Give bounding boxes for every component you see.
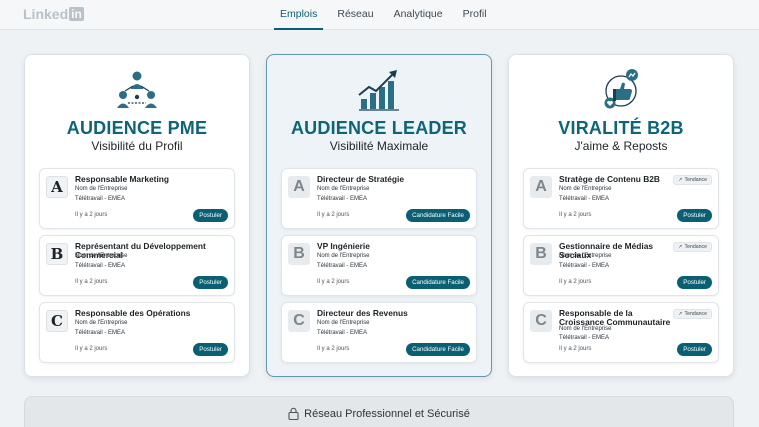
- column-title: AUDIENCE LEADER: [290, 118, 467, 138]
- apply-button[interactable]: Postuler: [677, 343, 712, 356]
- column-title: AUDIENCE PME: [66, 118, 208, 138]
- company-logo-icon: A: [530, 176, 552, 198]
- job-company: Nom de l'Entreprise: [559, 186, 612, 192]
- main-nav: Emplois Réseau Analytique Profil: [270, 0, 497, 30]
- column-audience-pme: AUDIENCE PME Visibilité du Profil A Resp…: [24, 54, 250, 377]
- tab-reseau[interactable]: Réseau: [327, 0, 383, 30]
- job-card[interactable]: C Responsable des Opérations Nom de l'En…: [39, 302, 235, 363]
- easy-apply-button[interactable]: Candidature Facile: [406, 209, 470, 222]
- trending-icon: ↗: [678, 243, 683, 250]
- job-card[interactable]: B Représentant du Développement Commerci…: [39, 235, 235, 296]
- job-title[interactable]: Stratège de Contenu B2B: [559, 175, 677, 184]
- job-company: Nom de l'Entreprise: [75, 186, 128, 192]
- trending-badge: ↗ Tendance: [673, 175, 712, 185]
- security-banner: Réseau Professionnel et Sécurisé: [24, 396, 734, 427]
- job-title[interactable]: Responsable de la Croissance Communautai…: [559, 309, 677, 327]
- job-title[interactable]: VP Ingénierie: [317, 242, 475, 251]
- job-posted-time: Il y a 2 jours: [317, 212, 350, 218]
- hero-icon-wrap: [509, 67, 733, 113]
- company-logo-icon: A: [46, 176, 68, 198]
- job-posted-time: Il y a 2 jours: [559, 346, 592, 352]
- apply-button[interactable]: Postuler: [193, 343, 228, 356]
- job-company: Nom de l'Entreprise: [317, 186, 370, 192]
- job-location: Télétravail - EMEA: [317, 263, 368, 269]
- social-reactions-icon: [604, 69, 638, 109]
- column-subtitle: Visibilité Maximale: [329, 139, 429, 153]
- job-company: Nom de l'Entreprise: [75, 320, 128, 326]
- tab-profil[interactable]: Profil: [453, 0, 497, 30]
- hero-icon-wrap: [267, 67, 491, 113]
- lock-icon: [288, 407, 299, 420]
- security-banner-text: Réseau Professionnel et Sécurisé: [304, 407, 470, 420]
- company-logo-icon: B: [530, 243, 552, 265]
- job-location: Télétravail - EMEA: [559, 335, 610, 341]
- apply-button[interactable]: Postuler: [677, 209, 712, 222]
- logo-text: Linked: [23, 6, 69, 22]
- job-location: Télétravail - EMEA: [75, 263, 126, 269]
- job-posted-time: Il y a 2 jours: [75, 346, 108, 352]
- job-company: Nom de l'Entreprise: [317, 253, 370, 259]
- linkedin-logo[interactable]: Linked in: [23, 6, 84, 22]
- job-card[interactable]: A Responsable Marketing Nom de l'Entrepr…: [39, 168, 235, 229]
- badge-label: Tendance: [684, 176, 708, 183]
- job-card[interactable]: A Directeur de Stratégie Nom de l'Entrep…: [281, 168, 477, 229]
- job-title[interactable]: Directeur de Stratégie: [317, 175, 475, 184]
- column-audience-leader: AUDIENCE LEADER Visibilité Maximale A Di…: [266, 54, 492, 377]
- job-company: Nom de l'Entreprise: [559, 326, 612, 332]
- trending-icon: ↗: [678, 310, 683, 317]
- job-card[interactable]: B Gestionnaire de Médias Sociaux ↗ Tendan…: [523, 235, 719, 296]
- company-logo-icon: B: [288, 243, 310, 265]
- job-title[interactable]: Responsable Marketing: [75, 175, 233, 184]
- column-subtitle: J'aime & Reposts: [574, 139, 668, 153]
- company-logo-icon: B: [46, 243, 68, 265]
- job-location: Télétravail - EMEA: [559, 263, 610, 269]
- company-logo-icon: C: [288, 310, 310, 332]
- job-location: Télétravail - EMEA: [75, 196, 126, 202]
- trending-badge: ↗ Tendance: [673, 309, 712, 319]
- job-location: Télétravail - EMEA: [559, 196, 610, 202]
- company-logo-icon: C: [530, 310, 552, 332]
- job-posted-time: Il y a 2 jours: [317, 346, 350, 352]
- job-company: Nom de l'Entreprise: [75, 253, 128, 259]
- badge-label: Tendance: [684, 310, 708, 317]
- apply-button[interactable]: Postuler: [193, 276, 228, 289]
- job-location: Télétravail - EMEA: [317, 196, 368, 202]
- job-title[interactable]: Directeur des Revenus: [317, 309, 475, 318]
- apply-button[interactable]: Postuler: [677, 276, 712, 289]
- badge-label: Tendance: [684, 243, 708, 250]
- growth-chart-icon: [358, 70, 399, 111]
- easy-apply-button[interactable]: Candidature Facile: [406, 276, 470, 289]
- column-title: VIRALITÉ B2B: [558, 118, 684, 138]
- column-subtitle: Visibilité du Profil: [91, 139, 183, 153]
- job-card[interactable]: B VP Ingénierie Nom de l'Entreprise Télé…: [281, 235, 477, 296]
- column-viralite-b2b: VIRALITÉ B2B J'aime & Reposts A Stratège…: [508, 54, 734, 377]
- hero-icon-wrap: [25, 67, 249, 113]
- job-posted-time: Il y a 2 jours: [75, 279, 108, 285]
- trending-icon: ↗: [678, 176, 683, 183]
- job-card[interactable]: C Responsable de la Croissance Communaut…: [523, 302, 719, 363]
- job-card[interactable]: A Stratège de Contenu B2B ↗ Tendance Nom …: [523, 168, 719, 229]
- job-posted-time: Il y a 2 jours: [75, 212, 108, 218]
- job-company: Nom de l'Entreprise: [559, 253, 612, 259]
- job-company: Nom de l'Entreprise: [317, 320, 370, 326]
- tab-emplois[interactable]: Emplois: [270, 0, 327, 30]
- job-location: Télétravail - EMEA: [75, 330, 126, 336]
- job-location: Télétravail - EMEA: [317, 330, 368, 336]
- company-logo-icon: A: [288, 176, 310, 198]
- trending-badge: ↗ Tendance: [673, 242, 712, 252]
- security-banner-content: Réseau Professionnel et Sécurisé: [25, 407, 733, 420]
- job-posted-time: Il y a 2 jours: [559, 279, 592, 285]
- apply-button[interactable]: Postuler: [193, 209, 228, 222]
- audience-network-icon: [117, 71, 157, 108]
- company-logo-icon: C: [46, 310, 68, 332]
- job-card[interactable]: C Directeur des Revenus Nom de l'Entrepr…: [281, 302, 477, 363]
- job-posted-time: Il y a 2 jours: [317, 279, 350, 285]
- top-bar: Linked in Emplois Réseau Analytique Profi…: [0, 0, 759, 30]
- tab-analytique[interactable]: Analytique: [384, 0, 453, 30]
- job-title[interactable]: Responsable des Opérations: [75, 309, 233, 318]
- easy-apply-button[interactable]: Candidature Facile: [406, 343, 470, 356]
- job-posted-time: Il y a 2 jours: [559, 212, 592, 218]
- logo-box: in: [69, 7, 84, 21]
